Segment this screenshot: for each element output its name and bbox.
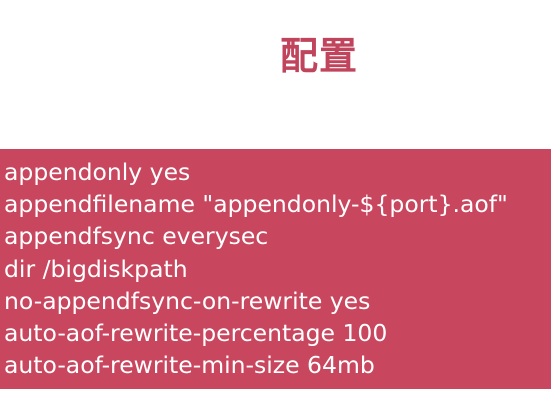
config-line-appendfilename: appendfilename "appendonly-${port}.aof" (4, 190, 508, 219)
config-code-panel: appendonly yes appendfilename "appendonl… (0, 149, 551, 389)
config-line-appendonly: appendonly yes (4, 158, 191, 186)
config-line-auto-aof-rewrite-percentage: auto-aof-rewrite-percentage 100 (4, 319, 388, 348)
config-line-auto-aof-rewrite-min-size: auto-aof-rewrite-min-size 64mb (4, 351, 375, 380)
config-lines-list: appendonly yes appendfilename "appendonl… (4, 156, 508, 381)
config-line-dir: dir /bigdiskpath (4, 254, 188, 283)
config-line-no-appendfsync-on-rewrite: no-appendfsync-on-rewrite yes (4, 286, 371, 315)
config-line-appendfsync: appendfsync everysec (4, 222, 269, 251)
slide-title: 配置 (279, 34, 358, 78)
